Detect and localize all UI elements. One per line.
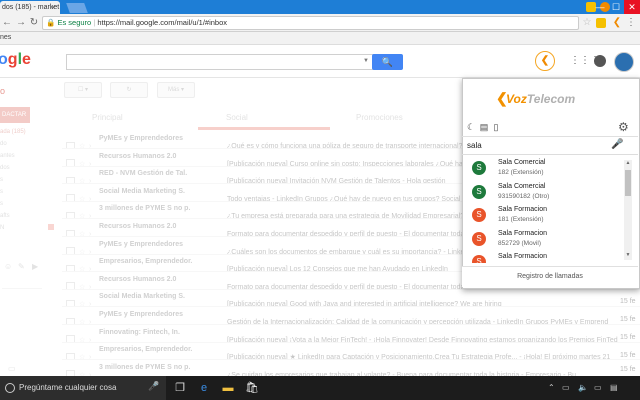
- contact-number: 182 (Extensión): [498, 169, 544, 176]
- ext-orange-icon[interactable]: ❮: [610, 15, 624, 30]
- action-center-icon[interactable]: ▤: [610, 383, 618, 392]
- search-button[interactable]: 🔍: [372, 54, 403, 70]
- back-icon[interactable]: ←: [0, 15, 14, 30]
- cortana-mic-icon[interactable]: 🎤: [148, 381, 159, 392]
- contact-item[interactable]: S Sala Comercial 931590182 (Otro): [462, 182, 622, 205]
- contact-name: Sala Comercial: [498, 182, 546, 190]
- mail-date: 15 fe: [620, 334, 636, 341]
- bookmark-star-icon[interactable]: ☆: [580, 15, 594, 30]
- browser-titlebar: [0, 0, 640, 14]
- volume-icon[interactable]: 🔈: [578, 383, 588, 392]
- contact-avatar: S: [472, 231, 486, 246]
- url-text: https://mail.google.com/mail/u/1/#inbox: [97, 18, 228, 27]
- file-explorer-icon[interactable]: ▬: [220, 380, 236, 396]
- task-view-icon[interactable]: ❐: [172, 380, 188, 396]
- microphone-icon[interactable]: 🎤: [611, 139, 623, 152]
- call-log-button[interactable]: Registro de llamadas: [462, 266, 638, 287]
- network-icon[interactable]: ▭: [562, 383, 570, 392]
- contact-number: 931590182 (Otro): [498, 192, 550, 200]
- contact-number: 181 (Extensión): [498, 216, 544, 223]
- do-not-disturb-icon[interactable]: ☾: [466, 121, 476, 133]
- contact-avatar: S: [472, 184, 486, 199]
- apps-grid-icon[interactable]: ⋮⋮⋮: [570, 56, 600, 66]
- forward-icon[interactable]: →: [14, 15, 28, 30]
- notifications-icon[interactable]: [594, 55, 606, 67]
- contact-name: Sala Formacion: [498, 253, 548, 260]
- maximize-button[interactable]: ☐: [608, 0, 624, 14]
- contact-item[interactable]: S Sala Formacion: [462, 252, 622, 263]
- contact-avatar: S: [472, 255, 486, 263]
- address-bar[interactable]: 🔒 Es seguro | https://mail.google.com/ma…: [42, 16, 579, 30]
- mail-date: 15 fe: [620, 366, 636, 373]
- contact-item[interactable]: S Sala Comercial 182 (Extensión): [462, 158, 622, 181]
- desk-phone-icon[interactable]: ▤: [479, 121, 489, 133]
- reload-icon[interactable]: ↻: [27, 15, 41, 30]
- ext-yellow-icon[interactable]: [596, 18, 606, 28]
- cortana-icon: [5, 383, 15, 393]
- google-logo[interactable]: ogle: [0, 51, 31, 69]
- search-options-icon[interactable]: ▼: [360, 54, 372, 68]
- search-icon: 🔍: [381, 57, 394, 67]
- contact-item[interactable]: S Sala Formacion 852729 (Movil): [462, 229, 622, 252]
- secure-label: Es seguro: [57, 18, 92, 27]
- contact-name: Sala Formacion: [498, 229, 548, 237]
- scroll-up-icon[interactable]: ▲: [624, 159, 632, 167]
- logo-telecom: Telecom: [526, 92, 576, 106]
- mail-date: 15 fe: [620, 298, 636, 305]
- tab-close-icon[interactable]: ×: [51, 1, 59, 14]
- logo-voz: Voz: [506, 92, 527, 106]
- mail-date: 15 fe: [620, 316, 636, 323]
- close-window-button[interactable]: ✕: [624, 0, 640, 14]
- voztelecom-logo: VozTelecom: [506, 92, 575, 106]
- scroll-down-icon[interactable]: ▼: [624, 251, 632, 259]
- store-icon[interactable]: 🛍: [244, 380, 260, 396]
- chrome-menu-icon[interactable]: ⋮: [624, 15, 638, 30]
- contact-name: Sala Formacion: [498, 206, 548, 213]
- contact-avatar: S: [472, 208, 486, 222]
- user-avatar[interactable]: [614, 52, 634, 72]
- contact-avatar: S: [472, 161, 486, 175]
- scrollbar-thumb[interactable]: [625, 170, 631, 196]
- bookmarks-label: nes: [0, 34, 12, 41]
- tray-up-icon[interactable]: ⌃: [548, 383, 555, 392]
- cortana-placeholder: Pregúntame cualquier cosa: [19, 383, 117, 392]
- lock-icon: 🔒: [46, 18, 56, 27]
- voztelecom-extension-button[interactable]: ❮: [535, 51, 555, 71]
- gmail-search-input[interactable]: [66, 54, 374, 70]
- contact-name: Sala Comercial: [498, 159, 546, 166]
- battery-icon[interactable]: ▭: [594, 383, 602, 392]
- mobile-phone-icon[interactable]: ▯: [491, 121, 501, 133]
- mail-date: 15 fe: [620, 352, 636, 359]
- edge-icon[interactable]: e: [196, 380, 212, 396]
- minimize-button[interactable]: —: [592, 0, 608, 14]
- contact-number: 852729 (Movil): [498, 239, 541, 247]
- bookmarks-bar: nes: [0, 32, 640, 45]
- contact-item[interactable]: S Sala Formacion 181 (Extensión): [462, 205, 622, 228]
- gear-icon[interactable]: ⚙: [618, 120, 629, 134]
- contact-search-value: sala: [467, 141, 482, 150]
- new-tab-button[interactable]: [66, 3, 88, 13]
